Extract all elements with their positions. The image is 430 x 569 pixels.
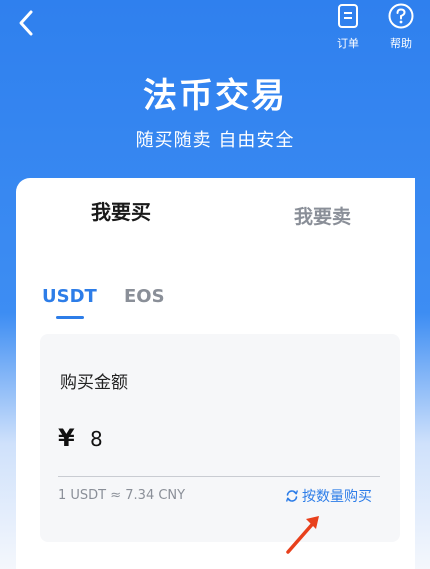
annotation-arrow-icon: [286, 516, 319, 554]
order-label: 订单: [337, 37, 359, 50]
refresh-icon: [286, 490, 298, 502]
coin-tab-usdt[interactable]: USDT: [42, 286, 97, 307]
input-divider: [58, 476, 380, 477]
help-label: 帮助: [390, 37, 412, 50]
page-title: 法币交易: [143, 76, 287, 116]
page-subtitle: 随买随卖 自由安全: [135, 130, 295, 151]
buy-by-quantity-button[interactable]: 按数量购买: [285, 486, 372, 506]
coin-tab-eos[interactable]: EOS: [124, 286, 165, 307]
help-button[interactable]: 帮助: [381, 2, 421, 51]
back-button[interactable]: [10, 6, 44, 40]
currency-symbol: ¥: [58, 424, 75, 452]
question-circle-icon: [388, 3, 414, 29]
top-bar: 订单 帮助: [0, 0, 430, 60]
amount-label: 购买金额: [60, 373, 128, 393]
document-icon: [338, 4, 358, 28]
tab-buy[interactable]: 我要买: [16, 196, 226, 225]
chevron-left-icon: [19, 10, 33, 36]
tab-sell[interactable]: 我要卖: [230, 202, 415, 229]
buy-by-quantity-label: 按数量购买: [302, 489, 372, 505]
exchange-rate: 1 USDT ≈ 7.34 CNY: [58, 488, 186, 503]
amount-input[interactable]: [90, 424, 370, 454]
order-button[interactable]: 订单: [328, 2, 368, 51]
coin-tab-indicator: [56, 316, 84, 319]
